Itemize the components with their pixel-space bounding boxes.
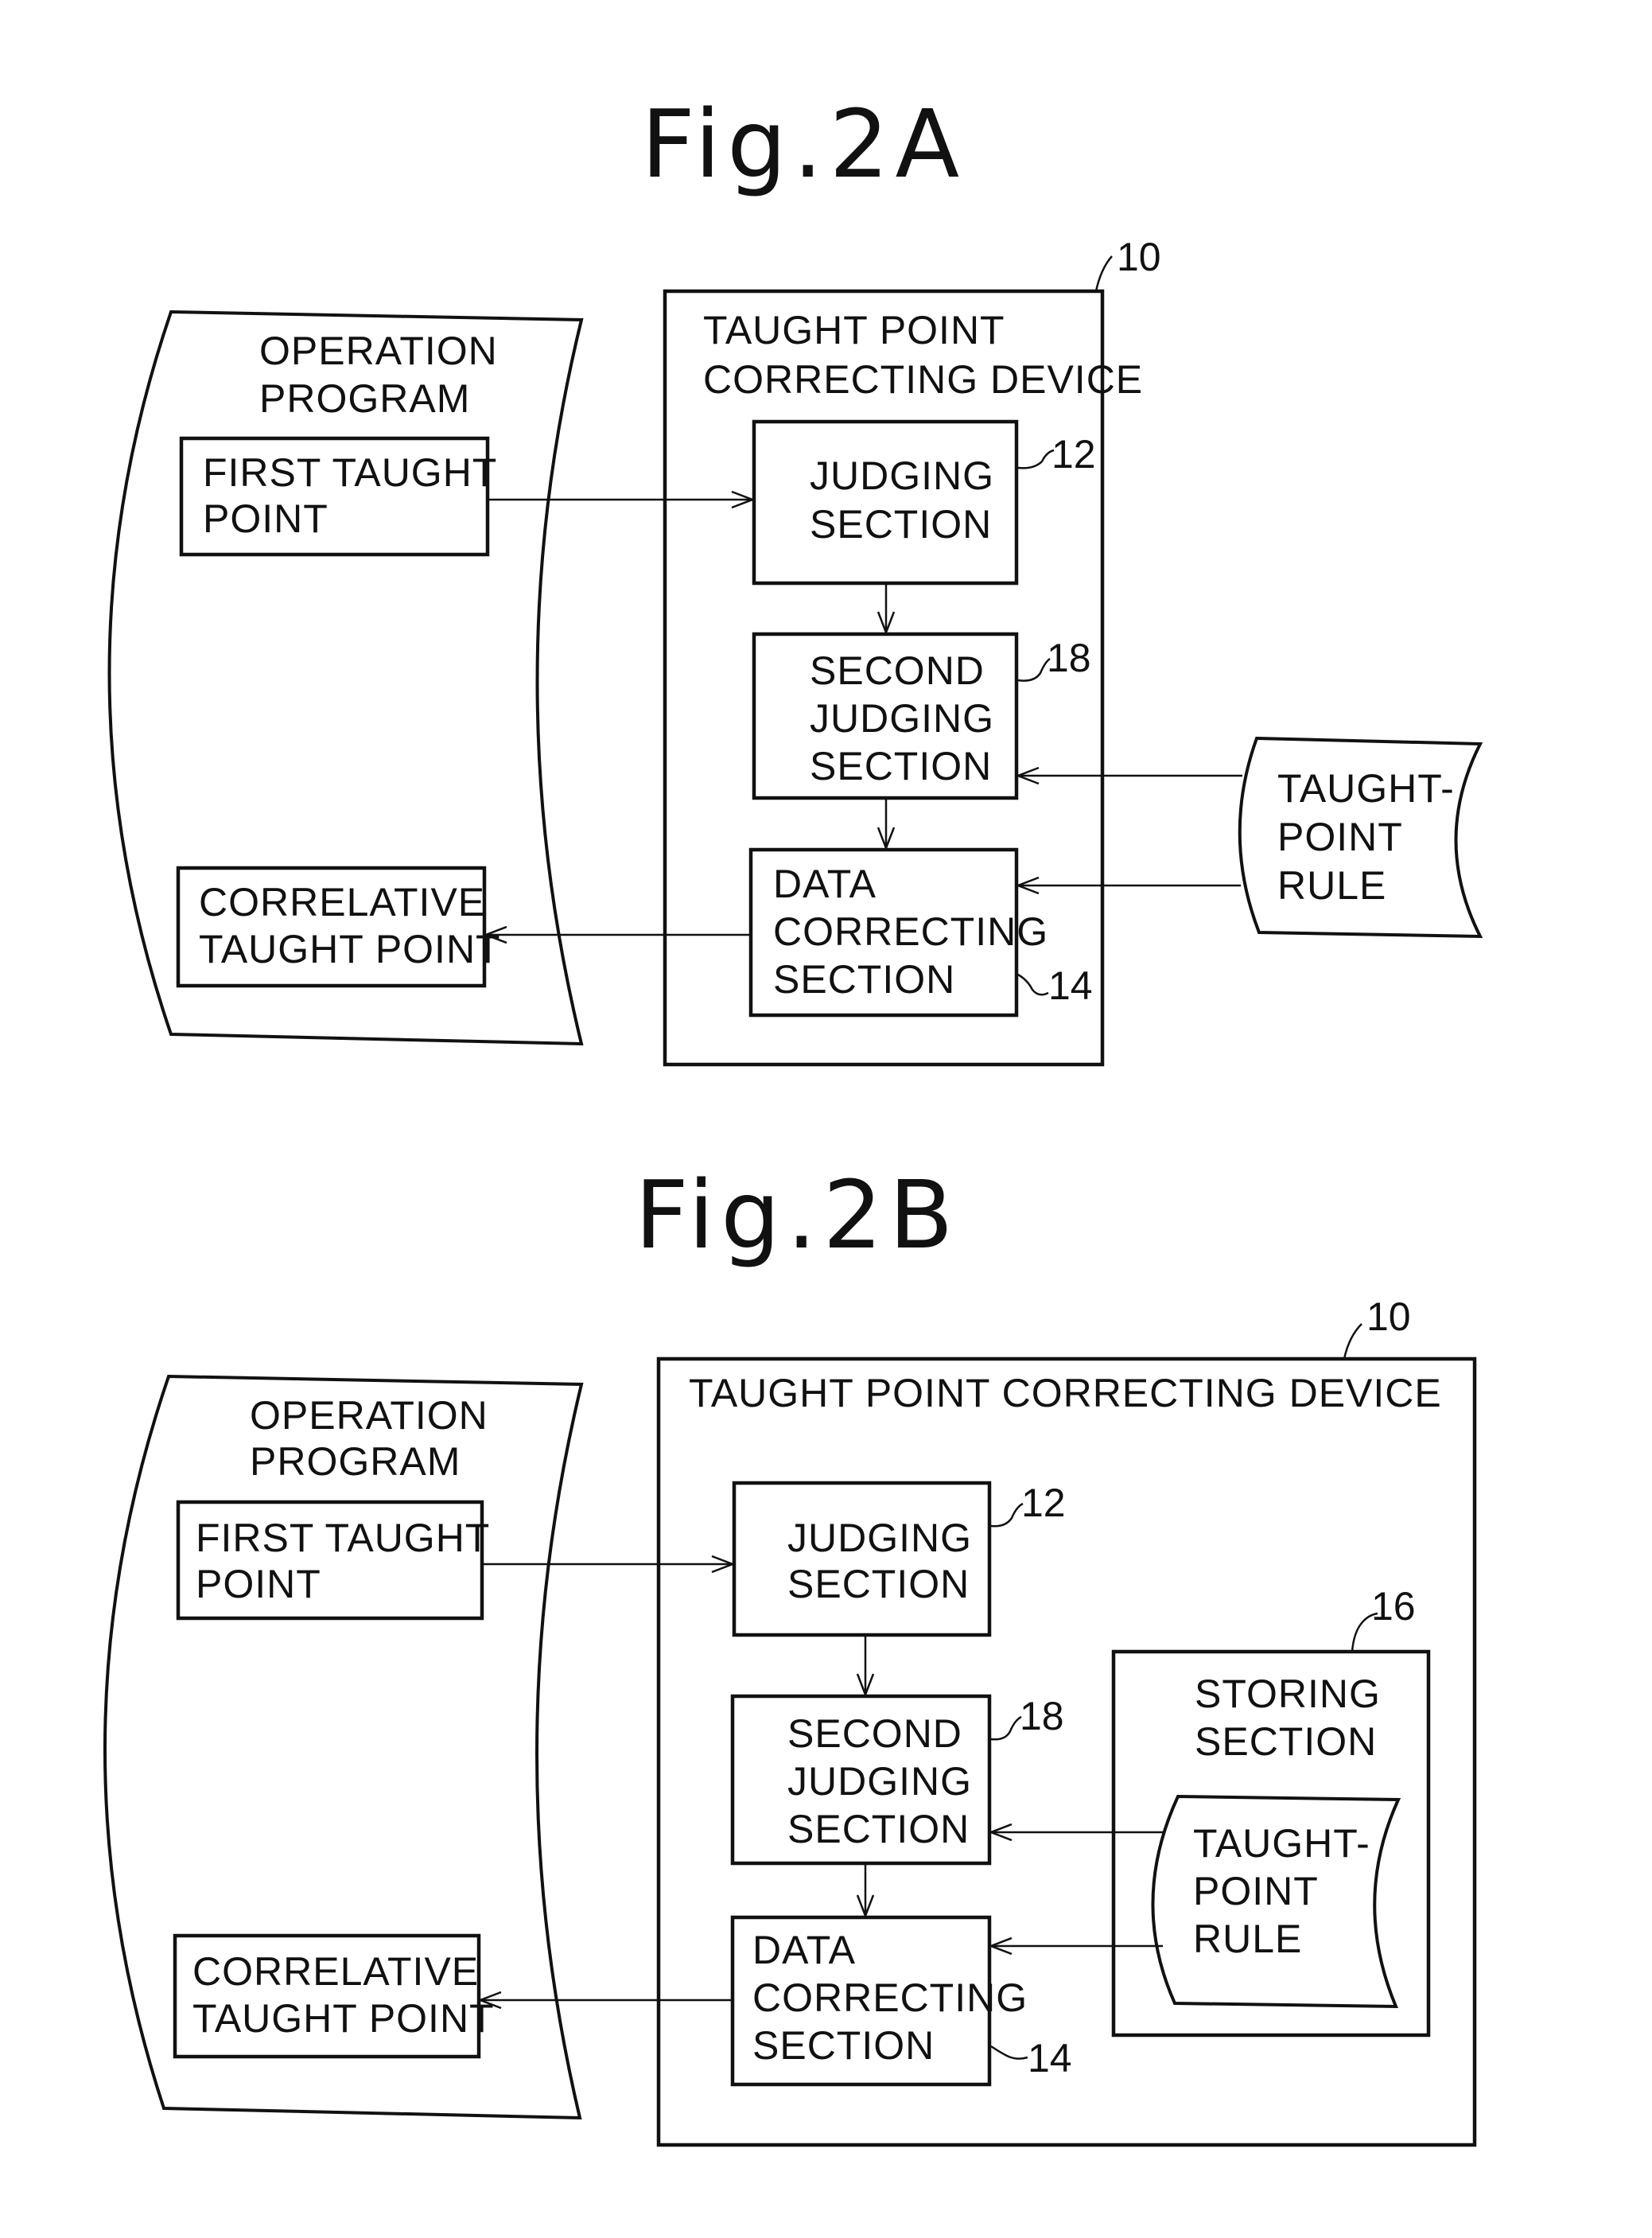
correlative-taught-point-label-2: TAUGHT POINT (199, 927, 501, 971)
taught-point-rule-label-1: TAUGHT- (1193, 1821, 1370, 1866)
second-judging-label-2: JUDGING (810, 696, 994, 741)
ref-number-14: 14 (1028, 2036, 1072, 2080)
taught-point-rule-label-3: RULE (1277, 863, 1386, 908)
second-judging-label-3: SECTION (810, 744, 992, 788)
ref-leader-10 (1094, 255, 1113, 292)
first-taught-point-box: FIRST TAUGHT POINT (176, 1500, 490, 1621)
operation-program-label-2: PROGRAM (250, 1439, 461, 1484)
taught-point-rule-shape: TAUGHT- POINT RULE (1238, 736, 1483, 939)
correlative-taught-point-box: CORRELATIVE TAUGHT POINT (176, 866, 501, 988)
storing-section-box: STORING SECTION 16 TAUGHT- POINT RULE (1111, 1584, 1431, 2038)
taught-point-rule-label-2: POINT (1193, 1869, 1319, 1913)
data-correcting-label-2: CORRECTING (752, 1975, 1028, 2020)
second-judging-label-3: SECTION (787, 1807, 970, 1851)
judging-section-label-1: JUDGING (787, 1516, 972, 1560)
operation-program-label-1: OPERATION (259, 329, 498, 373)
ref-number-10: 10 (1366, 1294, 1411, 1339)
ref-number-10: 10 (1117, 235, 1161, 279)
judging-section-label-2: SECTION (787, 1562, 970, 1606)
device-label-1: TAUGHT POINT CORRECTING DEVICE (689, 1371, 1442, 1415)
data-correcting-label-2: CORRECTING (773, 909, 1048, 954)
ref-number-14: 14 (1048, 963, 1093, 1008)
first-taught-point-label-2: POINT (196, 1562, 321, 1606)
operation-program-label-2: PROGRAM (259, 376, 470, 421)
data-correcting-label-1: DATA (752, 1928, 856, 1972)
storing-section-label-2: SECTION (1195, 1719, 1377, 1764)
figure-2b: Fig.2B OPERATION PROGRAM FIRST TAUGHT PO… (103, 1160, 1477, 2147)
taught-point-rule-label-2: POINT (1277, 815, 1403, 859)
second-judging-label-1: SECOND (810, 648, 985, 693)
figure-2a-title: Fig.2A (641, 89, 966, 199)
storing-section-label-1: STORING (1195, 1672, 1381, 1716)
judging-section-label-1: JUDGING (810, 453, 994, 498)
second-judging-label-1: SECOND (787, 1711, 962, 1756)
correlative-taught-point-label-2: TAUGHT POINT (192, 1996, 495, 2041)
data-correcting-label-1: DATA (773, 862, 877, 906)
ref-number-18: 18 (1047, 636, 1091, 680)
ref-number-18: 18 (1020, 1694, 1064, 1738)
data-correcting-label-3: SECTION (773, 957, 955, 1002)
device-label-1: TAUGHT POINT (703, 308, 1005, 352)
figure-2b-title: Fig.2B (635, 1160, 960, 1270)
device-label-2: CORRECTING DEVICE (703, 357, 1143, 402)
first-taught-point-label-1: FIRST TAUGHT (203, 450, 497, 495)
figure-2a: Fig.2A OPERATION PROGRAM FIRST TAUGHT PO… (107, 89, 1483, 1067)
taught-point-rule-label-1: TAUGHT- (1277, 766, 1455, 811)
first-taught-point-box: FIRST TAUGHT POINT (179, 436, 497, 557)
second-judging-label-2: JUDGING (787, 1759, 972, 1804)
first-taught-point-label-1: FIRST TAUGHT (196, 1516, 490, 1560)
data-correcting-label-3: SECTION (752, 2023, 935, 2068)
correlative-taught-point-label-1: CORRELATIVE (199, 880, 485, 924)
correlative-taught-point-box: CORRELATIVE TAUGHT POINT (173, 1933, 495, 2059)
operation-program-label-1: OPERATION (250, 1393, 488, 1438)
correlative-taught-point-label-1: CORRELATIVE (192, 1949, 479, 1994)
patent-figure-sheet: Fig.2A OPERATION PROGRAM FIRST TAUGHT PO… (103, 89, 1483, 2147)
ref-leader-10 (1343, 1323, 1362, 1360)
first-taught-point-label-2: POINT (203, 496, 328, 541)
ref-number-12: 12 (1051, 432, 1096, 477)
taught-point-rule-label-3: RULE (1193, 1917, 1302, 1961)
judging-section-label-2: SECTION (810, 502, 992, 547)
ref-number-16: 16 (1371, 1584, 1416, 1629)
ref-number-12: 12 (1021, 1481, 1066, 1525)
